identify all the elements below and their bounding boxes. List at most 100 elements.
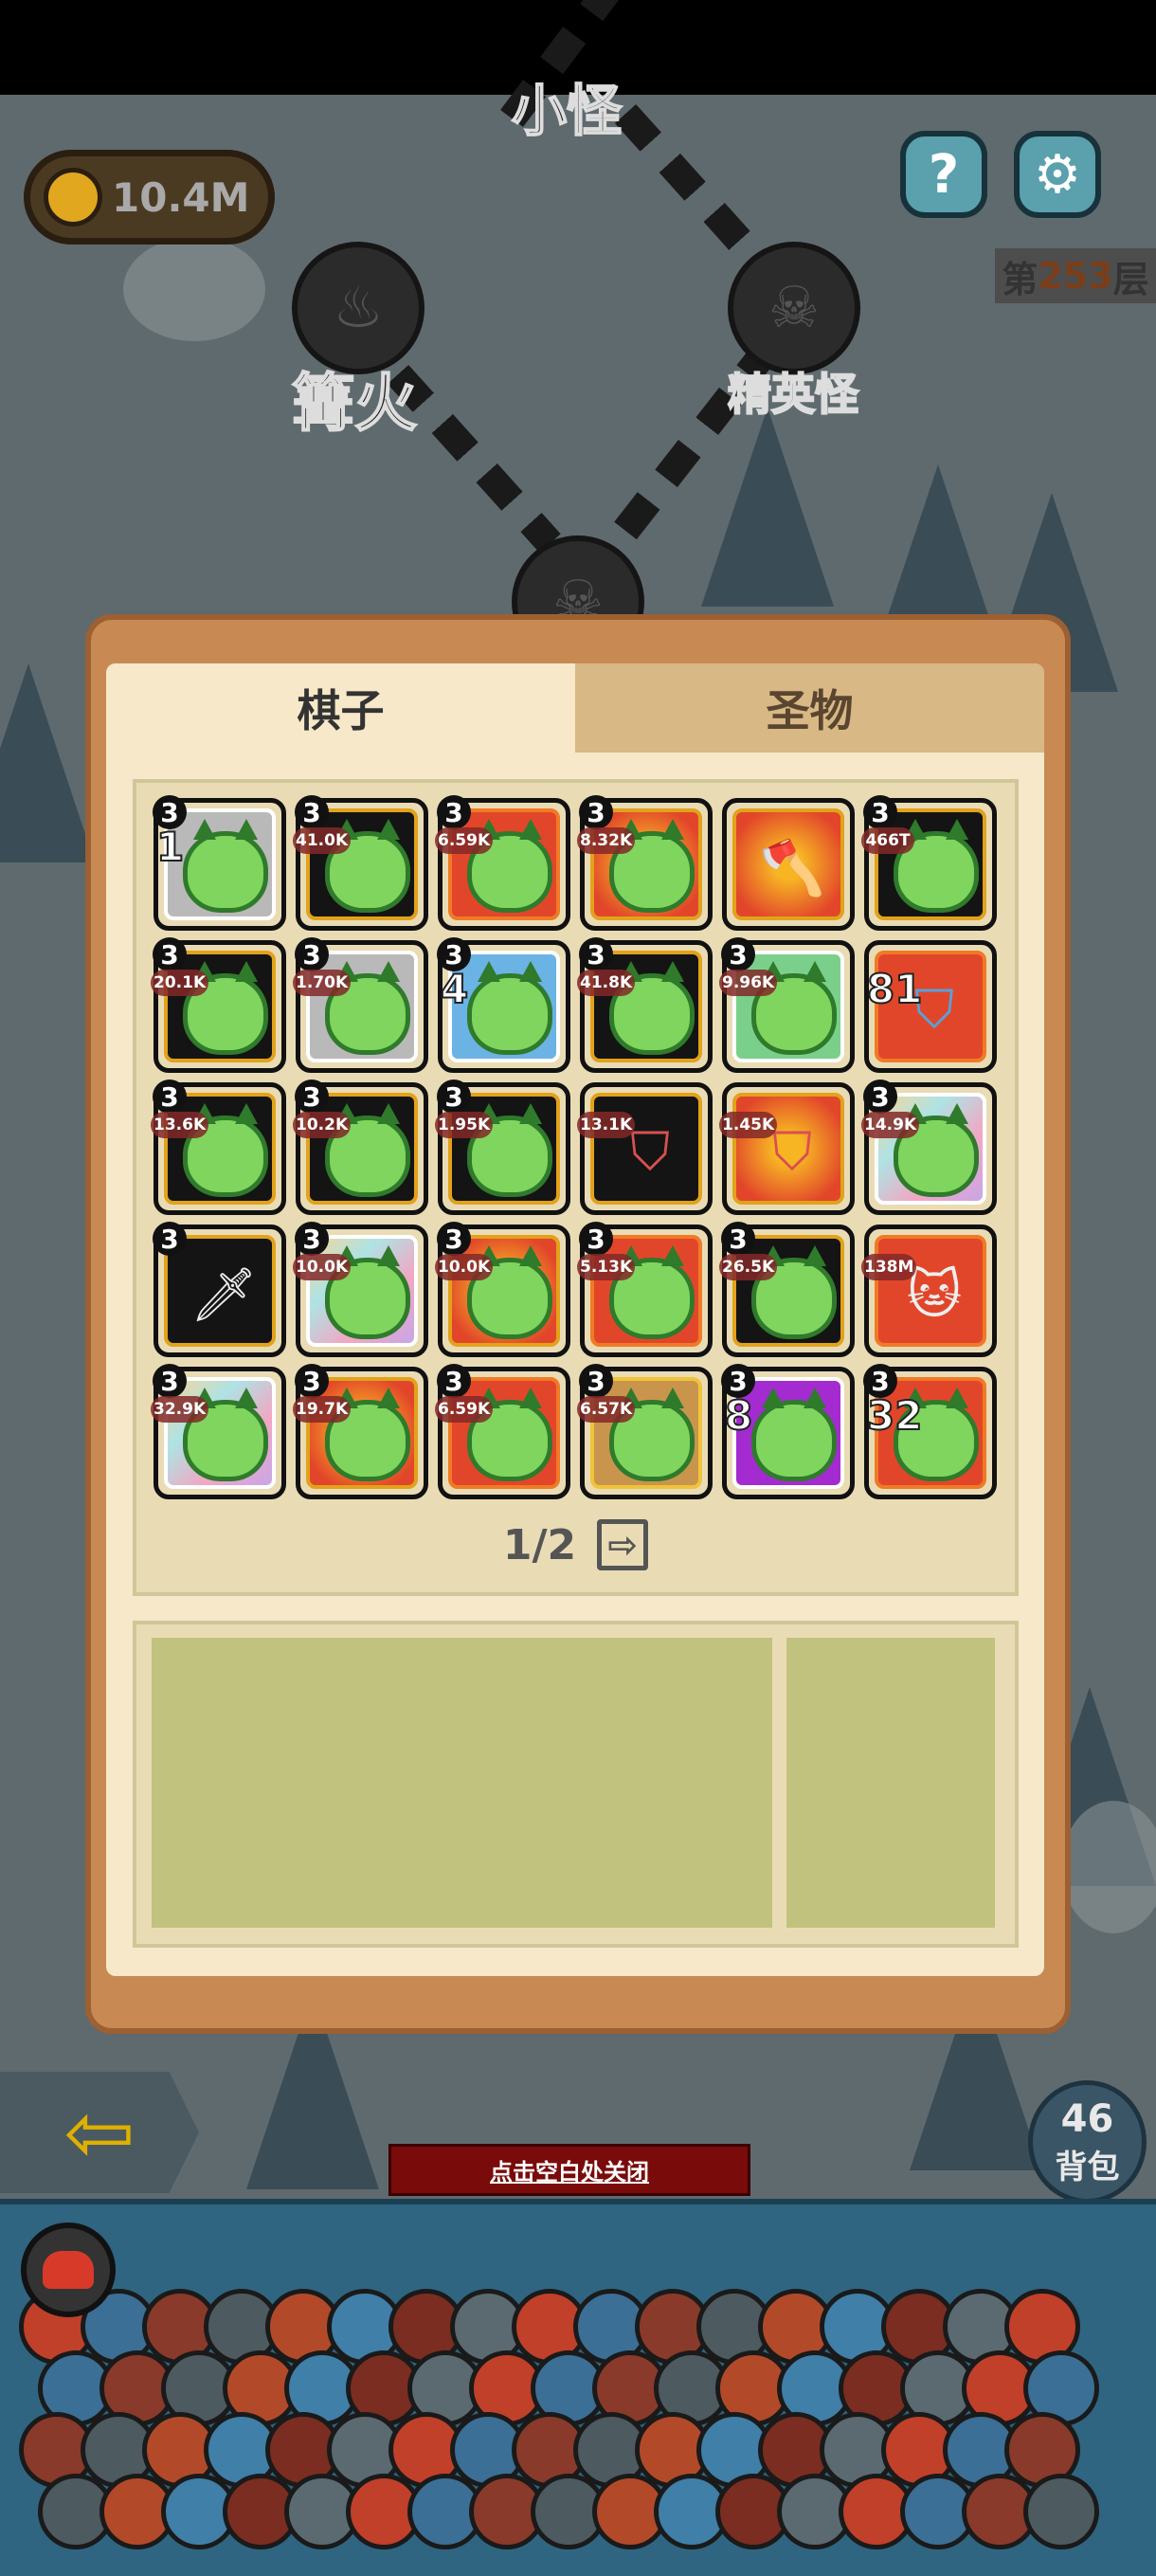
piece-value: 6.59K bbox=[435, 1396, 494, 1423]
piece-cell[interactable]: 3 1.95K bbox=[435, 1079, 570, 1215]
piece-cell[interactable]: 3 32 bbox=[863, 1364, 997, 1499]
detail-stats-area bbox=[786, 1638, 995, 1928]
piece-level: 3 bbox=[153, 1364, 187, 1398]
piece-cell[interactable]: 3 19.7K bbox=[293, 1364, 428, 1499]
piece-value: 20.1K bbox=[151, 970, 209, 996]
piece-level: 3 bbox=[579, 1222, 613, 1256]
piece-level: 3 bbox=[295, 1222, 329, 1256]
snowman-decoration bbox=[1061, 1801, 1156, 1933]
piece-cell[interactable]: 3 10.0K bbox=[293, 1222, 428, 1357]
slime-icon bbox=[751, 1388, 837, 1481]
detail-description-area bbox=[152, 1638, 772, 1928]
piece-value: 1.45K bbox=[719, 1112, 778, 1138]
piece-level: 3 bbox=[295, 1364, 329, 1398]
piece-cell[interactable]: ⛉ 81 bbox=[864, 940, 997, 1073]
piece-cell[interactable]: 3 10.0K bbox=[435, 1222, 570, 1357]
piece-cell[interactable]: 3 41.8K bbox=[577, 937, 713, 1073]
tab-relics[interactable]: 圣物 bbox=[575, 663, 1044, 753]
question-icon: ? bbox=[928, 143, 960, 206]
back-button[interactable]: ⇦ bbox=[0, 2072, 199, 2193]
piece-value: 41.0K bbox=[293, 827, 352, 854]
help-button[interactable]: ? bbox=[900, 131, 987, 218]
piece-cell[interactable]: 3 466T bbox=[861, 795, 997, 931]
piece-cell[interactable]: 🐱 138M bbox=[861, 1225, 997, 1357]
piece-cell[interactable]: 3 14.9K bbox=[861, 1079, 997, 1215]
axe-icon: 🪓 bbox=[759, 838, 825, 899]
gear-icon: ⚙ bbox=[1033, 143, 1082, 206]
piece-value: 10.2K bbox=[293, 1112, 352, 1138]
piece-value: 138M bbox=[861, 1254, 917, 1280]
piece-level: 3 bbox=[863, 795, 897, 829]
piece-value: 32.9K bbox=[151, 1396, 209, 1423]
piece-value: 19.7K bbox=[293, 1396, 352, 1423]
piece-value: 5.13K bbox=[577, 1254, 636, 1280]
piece-level: 3 bbox=[153, 1222, 187, 1256]
coin-amount: 10.4M bbox=[112, 173, 250, 221]
piece-value: 10.0K bbox=[293, 1254, 352, 1280]
piece-cell[interactable]: 3 13.6K bbox=[151, 1079, 286, 1215]
piece-cell[interactable]: 3 5.13K bbox=[577, 1222, 713, 1357]
demon-icon: ☠ bbox=[768, 275, 820, 341]
tree-decoration bbox=[0, 663, 95, 862]
player-avatar[interactable] bbox=[21, 2222, 116, 2317]
piece-cell[interactable]: 3 9.96K bbox=[719, 937, 855, 1073]
snowman-decoration bbox=[123, 237, 265, 341]
node-label-elite: 精英怪 bbox=[727, 368, 859, 421]
piece-cell[interactable]: ⛉ 13.1K bbox=[577, 1082, 713, 1215]
piece-cell[interactable]: 3 41.0K bbox=[293, 795, 428, 931]
piece-cell[interactable]: 3 6.59K bbox=[435, 1364, 570, 1499]
tab-pieces[interactable]: 棋子 bbox=[106, 663, 575, 753]
crab-icon bbox=[43, 2251, 94, 2289]
piece-count: 32 bbox=[866, 1391, 923, 1440]
next-page-button[interactable]: ⇨ bbox=[597, 1519, 649, 1570]
piece-cell[interactable]: 3 20.1K bbox=[151, 937, 286, 1073]
node-label-bonfire: 篝火 bbox=[291, 366, 418, 441]
floor-number: 253 bbox=[1038, 255, 1113, 297]
piece-count: 8 bbox=[724, 1391, 753, 1440]
piece-cell[interactable]: 3 26.5K bbox=[719, 1222, 855, 1357]
piece-level: 3 bbox=[437, 1079, 471, 1114]
piece-cell[interactable]: 31 bbox=[153, 795, 286, 931]
settings-button[interactable]: ⚙ bbox=[1014, 131, 1101, 218]
piece-value: 41.8K bbox=[577, 970, 636, 996]
piece-cell[interactable]: ⛉ 1.45K bbox=[719, 1082, 855, 1215]
piece-value: 466T bbox=[861, 827, 914, 854]
piece-count: 4 bbox=[440, 965, 469, 1013]
piece-level: 3 bbox=[295, 937, 329, 971]
piece-level: 3 bbox=[863, 1079, 897, 1114]
piece-level: 3 bbox=[153, 937, 187, 971]
piece-count: 1 bbox=[155, 823, 185, 871]
slime-icon bbox=[183, 819, 268, 913]
piece-cell[interactable]: 3 32.9K bbox=[151, 1364, 286, 1499]
tray-piece-token[interactable] bbox=[1023, 2474, 1099, 2549]
coin-icon bbox=[44, 168, 102, 227]
piece-level: 3 bbox=[295, 1079, 329, 1114]
piece-level: 3 bbox=[579, 1364, 613, 1398]
piece-level: 3 bbox=[579, 795, 613, 829]
piece-cell[interactable]: 🪓 bbox=[722, 798, 855, 931]
piece-level: 3 bbox=[437, 795, 471, 829]
floor-suffix: 层 bbox=[1112, 258, 1149, 300]
close-hint[interactable]: 点击空白处关闭 bbox=[388, 2144, 750, 2196]
piece-cell[interactable]: 3 1.70K bbox=[293, 937, 428, 1073]
piece-cell[interactable]: 3 6.57K bbox=[577, 1364, 713, 1499]
piece-level: 3 bbox=[579, 937, 613, 971]
arrow-left-icon: ⇦ bbox=[63, 2082, 135, 2183]
piece-value: 13.6K bbox=[151, 1112, 209, 1138]
piece-cell[interactable]: 3 10.2K bbox=[293, 1079, 428, 1215]
piece-level: 3 bbox=[437, 1222, 471, 1256]
bag-button[interactable]: 46 背包 bbox=[1028, 2080, 1147, 2204]
piece-cell[interactable]: 3 6.59K bbox=[435, 795, 570, 931]
piece-value: 8.32K bbox=[577, 827, 636, 854]
piece-cell[interactable]: 34 bbox=[437, 937, 570, 1073]
piece-cell[interactable]: 38 bbox=[721, 1364, 855, 1499]
piece-level: 3 bbox=[153, 1079, 187, 1114]
piece-cell[interactable]: 3 8.32K bbox=[577, 795, 713, 931]
piece-cell[interactable]: 🗡 3 bbox=[153, 1222, 286, 1357]
piece-value: 26.5K bbox=[719, 1254, 778, 1280]
slime-icon bbox=[467, 961, 552, 1055]
tree-decoration bbox=[701, 408, 834, 607]
map-node-elite[interactable]: ☠ bbox=[728, 242, 860, 374]
piece-level: 3 bbox=[295, 795, 329, 829]
piece-value: 14.9K bbox=[861, 1112, 920, 1138]
